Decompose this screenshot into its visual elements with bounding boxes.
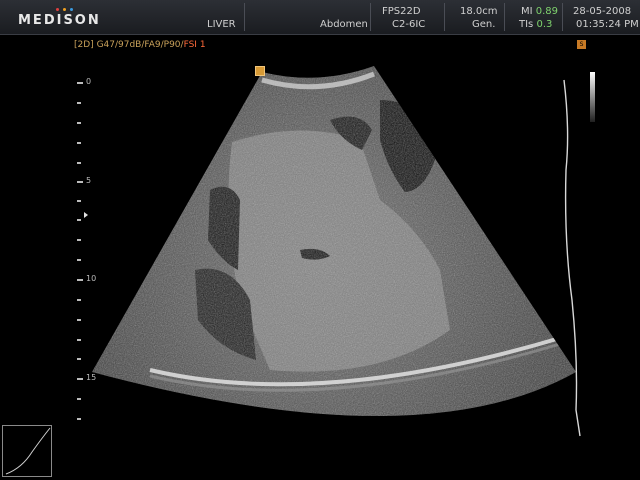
depth-tick (77, 398, 81, 400)
depth-tick (77, 122, 81, 124)
gamma-curve-box (2, 425, 52, 477)
depth-tick (77, 299, 81, 301)
depth-tick (77, 142, 81, 144)
depth-label-15: 15 (86, 373, 97, 382)
depth-tick (77, 102, 81, 104)
depth-tick (77, 279, 83, 281)
depth-tick (77, 319, 81, 321)
depth-tick (77, 239, 81, 241)
depth-tick (77, 162, 81, 164)
depth-tick (77, 378, 83, 380)
depth-tick (77, 200, 81, 202)
depth-tick (77, 181, 83, 183)
depth-tick (77, 418, 81, 420)
sector-scan (92, 66, 576, 416)
depth-label-0: 0 (86, 77, 92, 86)
focus-square-icon (255, 66, 265, 76)
depth-label-10: 10 (86, 274, 97, 283)
ultrasound-image (5, 66, 581, 475)
depth-tick (77, 358, 81, 360)
depth-tick (77, 219, 81, 221)
depth-label-5: 5 (86, 176, 92, 185)
grayscale-bar (590, 72, 595, 122)
focus-position-icon[interactable] (84, 212, 88, 218)
depth-tick (77, 82, 83, 84)
tgc-curve (563, 79, 581, 437)
depth-tick (77, 259, 81, 261)
depth-tick (77, 339, 81, 341)
